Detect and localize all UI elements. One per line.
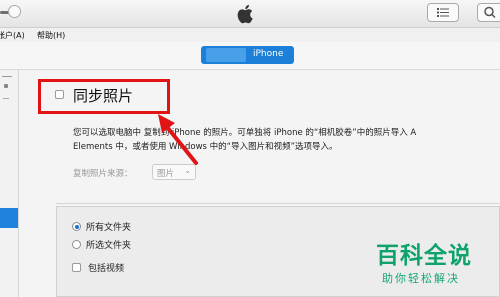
menu-account[interactable]: 帐户(A) — [0, 30, 25, 41]
device-name: iPhone — [253, 49, 284, 59]
sidebar-item-2[interactable] — [4, 84, 8, 88]
list-icon — [437, 8, 449, 17]
title-bar — [0, 0, 500, 28]
description-line-2: Elements 中，或者使用 Windows 中的“导入图片和视频”选项导入。 — [73, 142, 338, 152]
include-videos-label: 包括视频 — [88, 264, 125, 274]
all-folders-radio[interactable] — [72, 222, 81, 231]
apple-logo-icon — [237, 4, 253, 24]
menu-bar: 帐户(A) 帮助(H) — [0, 28, 500, 42]
sidebar-item-photos-selected[interactable] — [0, 208, 18, 228]
watermark-title: 百科全说 — [376, 243, 472, 269]
device-icon-redacted — [206, 48, 246, 62]
selected-folders-label: 所选文件夹 — [86, 241, 132, 251]
highlight-box — [38, 79, 170, 114]
sidebar-item-3[interactable] — [3, 98, 9, 99]
chevron-updown-icon: ⌄ — [184, 166, 191, 175]
section-divider — [56, 203, 500, 204]
watermark: 百科全说 助你轻松解决 — [372, 236, 500, 297]
device-bar: iPhone — [0, 42, 500, 70]
photo-source-value: 图片 — [157, 169, 175, 179]
photo-source-label: 复制照片来源： — [73, 169, 133, 179]
sidebar-item-1[interactable] — [2, 76, 12, 77]
watermark-subtitle: 助你轻松解决 — [382, 272, 460, 285]
sidebar — [0, 70, 19, 297]
selected-folders-radio[interactable] — [72, 240, 81, 249]
volume-slider-knob[interactable] — [8, 5, 21, 18]
list-view-button[interactable] — [427, 3, 459, 22]
include-videos-checkbox[interactable] — [72, 263, 81, 272]
device-button[interactable]: iPhone — [201, 46, 294, 64]
all-folders-label: 所有文件夹 — [86, 223, 132, 233]
menu-help[interactable]: 帮助(H) — [37, 30, 65, 41]
search-icon — [484, 6, 496, 19]
photo-source-select[interactable]: 图片 ⌄ — [152, 164, 196, 180]
sync-description: 您可以选取电脑中 复制到 iPhone 的照片。可单独将 iPhone 的“相机… — [73, 126, 416, 154]
description-line-1: 您可以选取电脑中 复制到 iPhone 的照片。可单独将 iPhone 的“相机… — [73, 128, 417, 138]
search-button[interactable] — [477, 3, 500, 22]
